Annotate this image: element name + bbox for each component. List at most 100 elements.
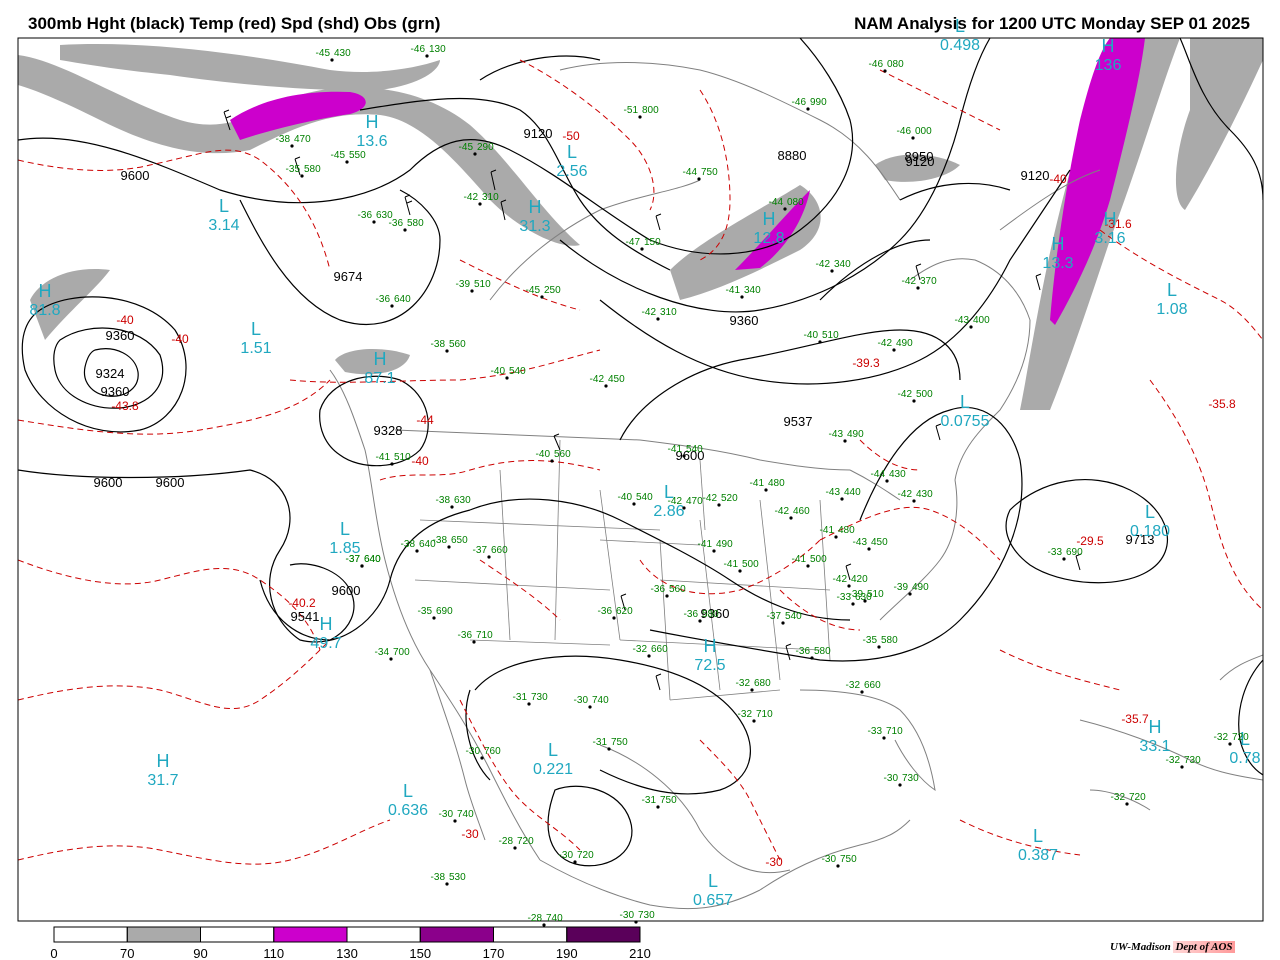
obs-temp: -32 bbox=[1166, 755, 1181, 766]
pressure-center-value: 0.78 bbox=[1229, 750, 1260, 767]
legend-tick-label: 0 bbox=[50, 946, 57, 960]
obs-temp: -32 bbox=[1111, 792, 1126, 803]
station-dot bbox=[860, 690, 864, 694]
pressure-center-value: 31.7 bbox=[147, 772, 178, 789]
obs-height: 720 bbox=[577, 850, 594, 861]
obs-temp: -38 bbox=[276, 134, 291, 145]
pressure-center-value: 13.6 bbox=[356, 133, 387, 150]
legend-swatch bbox=[566, 926, 641, 943]
obs-height: 710 bbox=[476, 630, 493, 641]
station-dot bbox=[632, 502, 636, 506]
station-dot bbox=[882, 736, 886, 740]
obs-height: 990 bbox=[810, 97, 827, 108]
pressure-center-value: 0.387 bbox=[1018, 847, 1058, 864]
pressure-center-value: 72.5 bbox=[694, 657, 725, 674]
height-label: 9360 bbox=[101, 384, 130, 399]
station-dot bbox=[612, 616, 616, 620]
obs-height: 460 bbox=[793, 506, 810, 517]
credit-dept: Dept of AOS bbox=[1173, 941, 1235, 953]
height-label: 9674 bbox=[334, 269, 363, 284]
obs-temp: -30 bbox=[822, 854, 837, 865]
station-dot bbox=[1062, 557, 1066, 561]
obs-height: 560 bbox=[449, 339, 466, 350]
station-dot bbox=[712, 549, 716, 553]
station-dot bbox=[969, 325, 973, 329]
obs-height: 750 bbox=[701, 167, 718, 178]
height-label: 9360 bbox=[730, 313, 759, 328]
station-dot bbox=[738, 569, 742, 573]
legend-swatch bbox=[273, 926, 348, 943]
station-dot bbox=[415, 549, 419, 553]
station-dot bbox=[505, 376, 509, 380]
pressure-center-value: 87.1 bbox=[364, 370, 395, 387]
obs-height: 470 bbox=[294, 134, 311, 145]
obs-temp: -43 bbox=[826, 487, 841, 498]
station-dot bbox=[390, 462, 394, 466]
obs-temp: -42 bbox=[878, 338, 893, 349]
obs-height: 500 bbox=[916, 389, 933, 400]
obs-temp: -32 bbox=[846, 680, 861, 691]
temp-label: -35.7 bbox=[1121, 712, 1149, 726]
obs-temp: -35 bbox=[863, 635, 878, 646]
station-dot bbox=[836, 864, 840, 868]
obs-temp: -36 bbox=[376, 294, 391, 305]
pressure-center-letter: L bbox=[567, 142, 577, 162]
station-dot bbox=[390, 304, 394, 308]
pressure-center-letter: L bbox=[340, 519, 350, 539]
obs-temp: -45 bbox=[459, 142, 474, 153]
obs-height: 500 bbox=[810, 554, 827, 565]
height-label: 9328 bbox=[374, 423, 403, 438]
obs-temp: -44 bbox=[683, 167, 698, 178]
temp-label: -30 bbox=[461, 827, 479, 841]
station-dot bbox=[806, 564, 810, 568]
pressure-center-letter: H bbox=[1052, 234, 1065, 254]
obs-temp: -32 bbox=[633, 644, 648, 655]
obs-temp: -35 bbox=[418, 606, 433, 617]
obs-temp: -42 bbox=[816, 259, 831, 270]
obs-temp: -30 bbox=[884, 773, 899, 784]
obs-height: 580 bbox=[814, 646, 831, 657]
obs-height: 250 bbox=[544, 285, 561, 296]
pressure-center-value: 3.14 bbox=[208, 217, 239, 234]
obs-temp: -42 bbox=[902, 276, 917, 287]
station-dot bbox=[588, 705, 592, 709]
obs-height: 710 bbox=[886, 726, 903, 737]
obs-temp: -44 bbox=[769, 197, 784, 208]
station-dot bbox=[472, 640, 476, 644]
obs-temp: -42 bbox=[898, 489, 913, 500]
obs-temp: -33 bbox=[1048, 547, 1063, 558]
pressure-center-letter: H bbox=[157, 751, 170, 771]
temp-label: -43.8 bbox=[111, 399, 139, 413]
pressure-center-letter: L bbox=[1167, 280, 1177, 300]
station-dot bbox=[425, 54, 429, 58]
station-dot bbox=[750, 688, 754, 692]
station-dot bbox=[300, 174, 304, 178]
obs-height: 080 bbox=[787, 197, 804, 208]
obs-temp: -37 bbox=[346, 554, 361, 565]
obs-height: 760 bbox=[484, 746, 501, 757]
height-label: 9360 bbox=[106, 328, 135, 343]
obs-height: 450 bbox=[608, 374, 625, 385]
temp-label: -50 bbox=[562, 129, 580, 143]
obs-height: 580 bbox=[881, 635, 898, 646]
obs-temp: -43 bbox=[853, 537, 868, 548]
pressure-center-value: 0.657 bbox=[693, 892, 733, 909]
obs-height: 580 bbox=[304, 164, 321, 175]
obs-height: 730 bbox=[1184, 755, 1201, 766]
station-dot bbox=[908, 592, 912, 596]
station-dot bbox=[1180, 765, 1184, 769]
obs-height: 740 bbox=[546, 913, 563, 924]
pressure-center-value: 0.180 bbox=[1130, 523, 1170, 540]
obs-temp: -36 bbox=[358, 210, 373, 221]
station-dot bbox=[607, 747, 611, 751]
station-dot bbox=[478, 202, 482, 206]
station-dot bbox=[1228, 742, 1232, 746]
pressure-center-letter: H bbox=[374, 349, 387, 369]
legend-tick-label: 130 bbox=[336, 946, 358, 960]
station-dot bbox=[473, 152, 477, 156]
obs-temp: -31 bbox=[642, 795, 657, 806]
station-dot bbox=[863, 599, 867, 603]
obs-temp: -46 bbox=[411, 44, 426, 55]
station-dot bbox=[916, 286, 920, 290]
obs-height: 540 bbox=[636, 492, 653, 503]
